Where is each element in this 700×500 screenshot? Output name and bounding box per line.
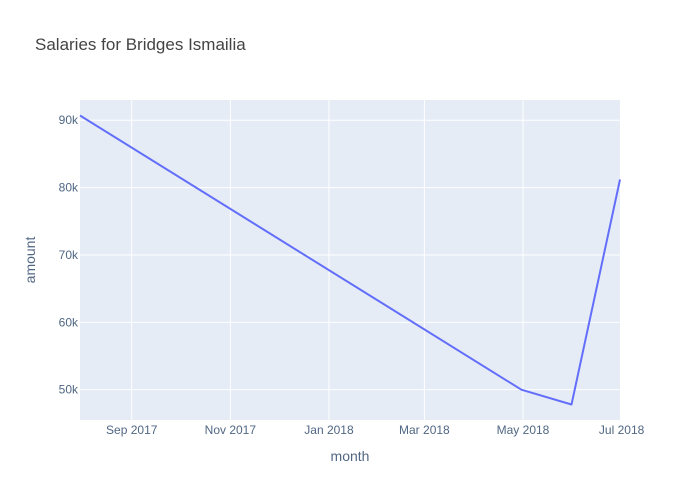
x-tick-label: Mar 2018 xyxy=(399,423,450,437)
x-tick-label: Jan 2018 xyxy=(304,423,354,437)
chart-title: Salaries for Bridges Ismailia xyxy=(35,35,246,54)
y-tick-label: 70k xyxy=(59,248,79,262)
x-tick-label: Jul 2018 xyxy=(599,423,645,437)
x-tick-label: May 2018 xyxy=(497,423,550,437)
x-tick-label: Sep 2017 xyxy=(106,423,158,437)
y-axis-ticks: 50k 60k 70k 80k 90k xyxy=(59,113,79,396)
y-tick-label: 60k xyxy=(59,315,79,329)
line-chart: Salaries for Bridges Ismailia Sep 2017 No… xyxy=(22,35,645,464)
x-tick-label: Nov 2017 xyxy=(205,423,257,437)
y-tick-label: 80k xyxy=(59,181,79,195)
y-axis-label: amount xyxy=(22,237,38,284)
y-tick-label: 50k xyxy=(59,383,79,397)
y-tick-label: 90k xyxy=(59,113,79,127)
x-axis-ticks: Sep 2017 Nov 2017 Jan 2018 Mar 2018 May 2018… xyxy=(106,423,645,437)
plot-area xyxy=(80,100,620,420)
x-axis-label: month xyxy=(331,448,370,464)
